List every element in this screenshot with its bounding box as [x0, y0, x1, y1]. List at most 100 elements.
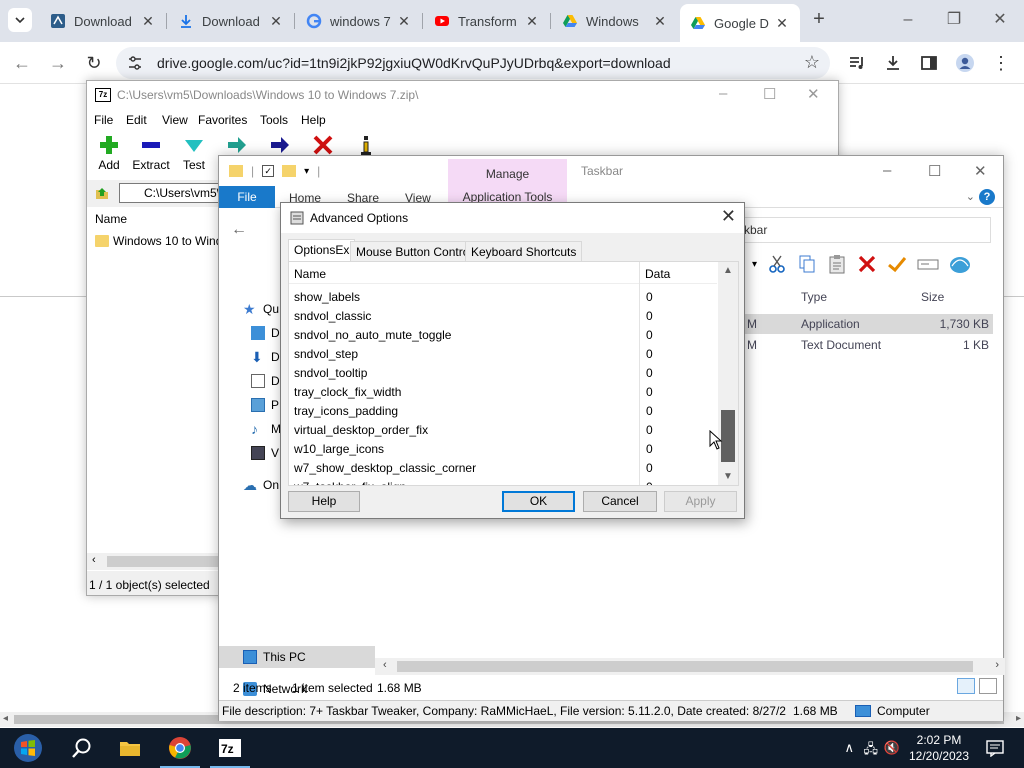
scroll-up-icon[interactable]: ▲	[723, 265, 733, 276]
delete-x-icon[interactable]	[857, 254, 877, 274]
forward-button[interactable]: →	[46, 51, 70, 75]
list-item[interactable]: virtual_desktop_order_fix 0	[289, 420, 717, 439]
minimize-button[interactable]: –	[888, 8, 928, 32]
browser-tab-3[interactable]: windows 7 ✕	[296, 6, 422, 36]
scroll-down-icon[interactable]: ▼	[723, 471, 733, 482]
paste-icon[interactable]	[827, 254, 847, 274]
scroll-right-icon[interactable]: ›	[995, 659, 999, 671]
scroll-left-icon[interactable]: ◂	[3, 713, 8, 724]
ok-button[interactable]: OK	[502, 491, 575, 512]
customize-dropdown-icon[interactable]: ▾	[304, 166, 309, 177]
nav-item-this-pc[interactable]: This PC	[243, 650, 306, 664]
browser-tab-5[interactable]: Windows ✕	[552, 6, 678, 36]
checkmark-icon[interactable]	[887, 254, 907, 274]
close-icon[interactable]: ✕	[140, 13, 156, 30]
manage-tab[interactable]: Manage	[448, 159, 567, 187]
ribbon-file-tab[interactable]: File	[219, 186, 275, 208]
profile-avatar-icon[interactable]	[954, 52, 976, 74]
menu-help[interactable]: Help	[301, 113, 326, 127]
apply-button[interactable]: Apply	[664, 491, 737, 512]
restore-button[interactable]: ❐	[934, 8, 974, 32]
extract-button[interactable]: Extract	[129, 134, 173, 172]
nav-item-quick-access[interactable]: ★ Qu	[243, 302, 279, 316]
close-icon[interactable]: ✕	[396, 13, 412, 30]
nav-item-music[interactable]: ♪ M	[251, 422, 281, 436]
close-icon[interactable]: ✕	[774, 15, 790, 32]
close-icon[interactable]: ✕	[524, 13, 540, 30]
clock[interactable]: 2:02 PM 12/20/2023	[908, 732, 970, 764]
file-explorer-taskbar-button[interactable]	[106, 728, 154, 768]
chrome-menu-icon[interactable]: ⋮	[990, 52, 1012, 74]
list-item[interactable]: sndvol_classic 0	[289, 306, 717, 325]
back-button[interactable]: ←	[10, 51, 34, 75]
show-hidden-icons-icon[interactable]: ∧	[844, 740, 854, 756]
notifications-icon[interactable]	[986, 739, 1004, 757]
menu-edit[interactable]: Edit	[126, 113, 147, 127]
maximize-button[interactable]: ☐	[763, 85, 776, 103]
cut-icon[interactable]	[767, 254, 787, 274]
copy-button[interactable]	[215, 134, 259, 156]
reload-button[interactable]: ↻	[82, 51, 106, 75]
table-row[interactable]: M Application 1,730 KB	[741, 314, 993, 334]
scroll-left-icon[interactable]: ‹	[383, 659, 387, 671]
tab-mouse-button-control[interactable]: Mouse Button Control	[350, 241, 479, 261]
scroll-thumb[interactable]	[107, 556, 220, 567]
column-header-name[interactable]: Name	[289, 262, 639, 284]
network-tray-icon[interactable]: 🖧	[864, 740, 879, 762]
list-item[interactable]: w7_taskbar_fix_align 0	[289, 477, 717, 485]
chrome-taskbar-button[interactable]	[156, 728, 204, 768]
sevenzip-path-input[interactable]: C:\Users\vm5\D	[119, 183, 229, 203]
sevenzip-titlebar[interactable]: 7z C:\Users\vm5\Downloads\Windows 10 to …	[87, 81, 838, 110]
browser-tab-4[interactable]: Transform ✕	[424, 6, 550, 36]
browser-tab-2[interactable]: Download ✕	[168, 6, 294, 36]
help-icon[interactable]: ?	[979, 189, 995, 205]
large-icons-view-icon[interactable]	[979, 678, 997, 694]
nav-item-videos[interactable]: V	[251, 446, 279, 460]
nav-item-pictures[interactable]: P	[251, 398, 279, 412]
bookmark-star-icon[interactable]: ☆	[804, 52, 820, 73]
cancel-button[interactable]: Cancel	[583, 491, 657, 512]
rename-icon[interactable]	[917, 254, 939, 274]
dropdown-icon[interactable]: ▾	[752, 259, 757, 270]
column-header-name[interactable]: Name	[95, 212, 127, 226]
column-header-size[interactable]: Size	[921, 290, 944, 304]
browser-tab-6-active[interactable]: Google D ✕	[680, 4, 800, 42]
explorer-address-bar[interactable]: kbar	[739, 217, 991, 243]
close-icon[interactable]: ✕	[652, 13, 668, 30]
nav-item-desktop[interactable]: D	[251, 326, 280, 340]
list-item[interactable]: sndvol_tooltip 0	[289, 363, 717, 382]
add-button[interactable]: Add	[87, 134, 131, 172]
tab-search-button[interactable]	[8, 8, 32, 32]
minimize-button[interactable]: –	[883, 162, 891, 179]
table-row[interactable]: M Text Document 1 KB	[741, 335, 993, 355]
close-icon[interactable]: ✕	[721, 206, 736, 227]
list-item[interactable]: Windows 10 to Wind	[95, 234, 222, 248]
list-item[interactable]: w10_large_icons 0	[289, 439, 717, 458]
list-item[interactable]: tray_clock_fix_width 0	[289, 382, 717, 401]
back-arrow-icon[interactable]: ←	[231, 221, 247, 239]
close-window-button[interactable]: ✕	[980, 8, 1020, 32]
scroll-right-icon[interactable]: ▸	[1016, 713, 1021, 724]
move-button[interactable]	[258, 134, 302, 156]
column-header-type[interactable]: Type	[801, 290, 827, 304]
shell-icon[interactable]	[949, 254, 971, 274]
menu-file[interactable]: File	[94, 113, 113, 127]
scroll-thumb[interactable]	[721, 410, 735, 462]
info-button[interactable]	[344, 134, 388, 156]
close-window-button[interactable]: ✕	[807, 85, 820, 103]
tab-keyboard-shortcuts[interactable]: Keyboard Shortcuts	[465, 241, 583, 261]
maximize-button[interactable]: ☐	[928, 162, 941, 180]
expand-ribbon-icon[interactable]: ⌄	[966, 190, 975, 203]
start-button[interactable]	[4, 728, 52, 768]
list-item[interactable]: tray_icons_padding 0	[289, 401, 717, 420]
test-button[interactable]: Test	[172, 134, 216, 172]
list-item[interactable]: sndvol_no_auto_mute_toggle 0	[289, 325, 717, 344]
sevenzip-horizontal-scrollbar[interactable]: ‹	[87, 553, 220, 570]
menu-view[interactable]: View	[162, 113, 188, 127]
scroll-thumb[interactable]	[397, 661, 973, 672]
site-settings-icon[interactable]	[126, 54, 144, 72]
minimize-button[interactable]: –	[719, 85, 727, 102]
nav-item-onedrive[interactable]: ☁ On	[243, 478, 279, 492]
address-bar[interactable]: drive.google.com/uc?id=1tn9i2jkP92jgxiuQ…	[116, 47, 830, 79]
browser-tab-1[interactable]: Download ✕	[40, 6, 166, 36]
